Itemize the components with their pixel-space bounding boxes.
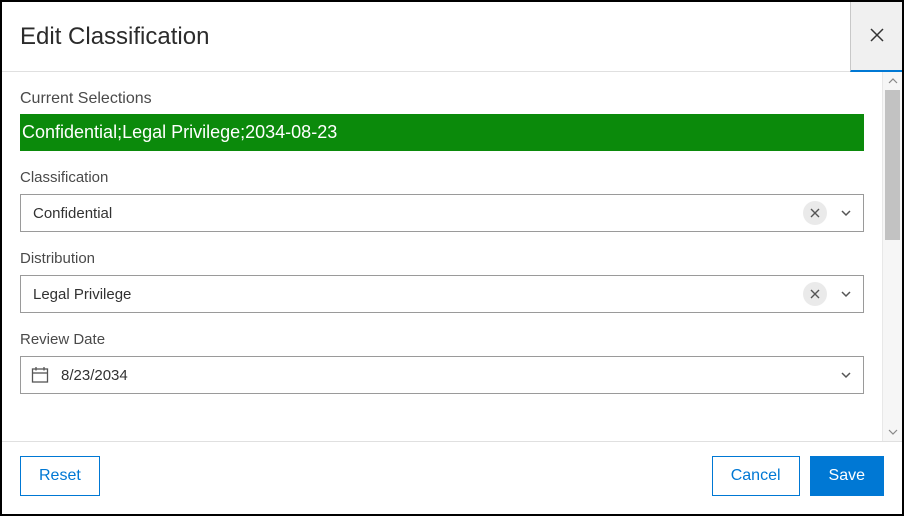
close-icon bbox=[810, 286, 820, 302]
classification-value: Confidential bbox=[33, 205, 803, 222]
scrollbar[interactable] bbox=[882, 72, 902, 441]
current-selections-value: Confidential;Legal Privilege;2034-08-23 bbox=[20, 114, 864, 151]
dialog-title: Edit Classification bbox=[20, 23, 209, 51]
dialog-body-wrap: Current Selections Confidential;Legal Pr… bbox=[2, 72, 902, 441]
edit-classification-dialog: Edit Classification Current Selections C… bbox=[0, 0, 904, 516]
classification-label: Classification bbox=[20, 169, 864, 186]
reset-button[interactable]: Reset bbox=[20, 456, 100, 496]
scroll-up-arrow-icon[interactable] bbox=[883, 72, 903, 90]
calendar-icon bbox=[31, 366, 49, 384]
distribution-clear-button[interactable] bbox=[803, 282, 827, 306]
dialog-body: Current Selections Confidential;Legal Pr… bbox=[2, 72, 882, 441]
scroll-thumb[interactable] bbox=[885, 90, 900, 240]
close-icon bbox=[810, 205, 820, 221]
dialog-footer: Reset Cancel Save bbox=[2, 441, 902, 514]
review-date-label: Review Date bbox=[20, 331, 864, 348]
distribution-label: Distribution bbox=[20, 250, 864, 267]
chevron-down-icon bbox=[837, 369, 855, 381]
distribution-value: Legal Privilege bbox=[33, 286, 803, 303]
current-selections-label: Current Selections bbox=[20, 90, 864, 108]
classification-clear-button[interactable] bbox=[803, 201, 827, 225]
scroll-down-arrow-icon[interactable] bbox=[883, 423, 903, 441]
save-button[interactable]: Save bbox=[810, 456, 884, 496]
review-date-input[interactable]: 8/23/2034 bbox=[20, 356, 864, 394]
classification-select[interactable]: Confidential bbox=[20, 194, 864, 232]
dialog-header: Edit Classification bbox=[2, 2, 902, 72]
distribution-select[interactable]: Legal Privilege bbox=[20, 275, 864, 313]
close-button[interactable] bbox=[850, 2, 902, 72]
review-date-value: 8/23/2034 bbox=[61, 367, 837, 384]
chevron-down-icon bbox=[837, 207, 855, 219]
chevron-down-icon bbox=[837, 288, 855, 300]
scroll-track[interactable] bbox=[883, 90, 902, 423]
close-icon bbox=[870, 28, 884, 45]
cancel-button[interactable]: Cancel bbox=[712, 456, 800, 496]
